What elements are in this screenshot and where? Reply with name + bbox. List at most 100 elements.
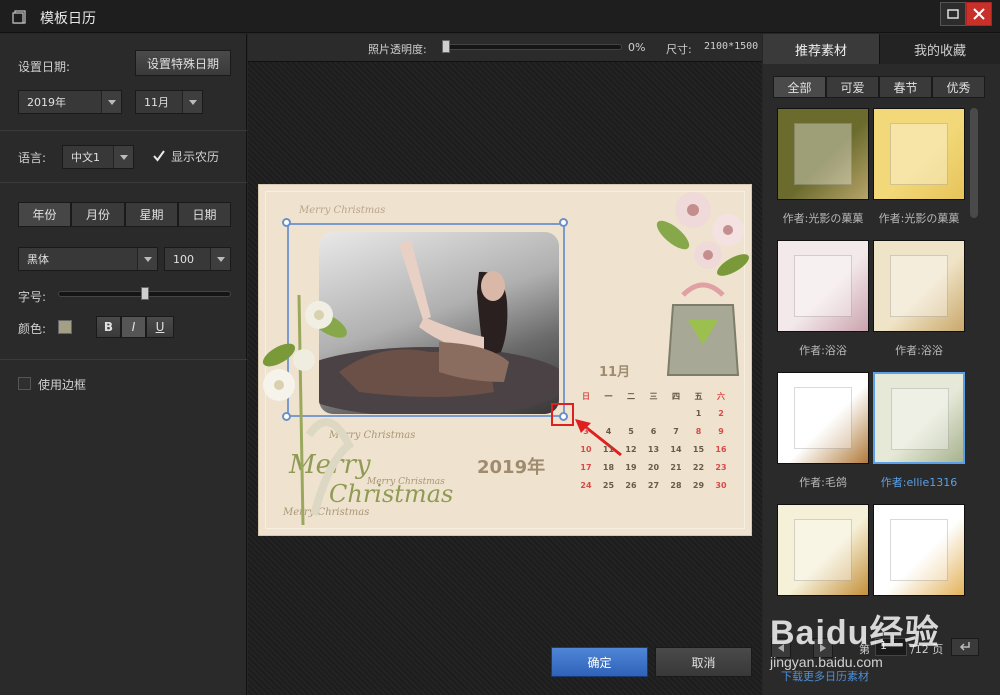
title-bar: 模板日历 [0,0,1000,33]
month-select[interactable]: 11月 [135,90,203,114]
day-cell: 25 [602,481,615,490]
material-thumbnail[interactable] [777,240,869,332]
day-cell: 5 [628,427,634,436]
calendar-grid: 日一二三四五六 1 2 3 4 5 6 7 8 9 10 11 12 13 14 15 16 17 18 19 20 21… [577,391,737,501]
thumbnail-frame [794,387,852,449]
thumbnail-frame [794,255,852,317]
language-value: 中文1 [71,151,100,164]
pager-prefix: 第 [859,643,870,656]
calendar-preview[interactable]: Merry Christmas Merry Christmas Merry Ch… [258,184,752,536]
material-thumbnail[interactable] [777,504,869,596]
weekday-label: 六 [717,392,725,401]
day-cell: 23 [715,463,727,472]
opacity-value: 0% [628,41,646,54]
date-label: 设置日期: [18,60,71,74]
day-cell: 15 [692,445,705,454]
chevron-down-icon [210,248,230,270]
day-cell: 4 [605,427,612,436]
chevron-down-icon [137,248,157,270]
download-more-link[interactable]: 下载更多日历素材 [781,668,869,684]
font-size-label: 字号: [18,290,47,304]
day-cell: 22 [692,463,705,472]
italic-button[interactable]: I [121,316,146,338]
show-lunar-checkbox[interactable] [152,149,165,162]
filter-cute[interactable]: 可爱 [826,76,879,98]
weekday-label: 四 [672,392,680,401]
ok-button[interactable]: 确定 [551,647,648,677]
month-title: 11月 [599,365,631,380]
year-title: 2019年 [477,457,546,478]
weekday-label: 五 [694,392,703,401]
thumbnail-frame [890,123,948,185]
language-select[interactable]: 中文1 [62,145,134,169]
chevron-right-icon [820,644,826,652]
divider [0,359,247,360]
font-select[interactable]: 黑体 [18,247,158,271]
size-select[interactable]: 100 [164,247,231,271]
material-author: 作者:毛鸽 [799,476,847,489]
material-panel: 推荐素材 我的收藏 全部 可爱 春节 优秀 作者:光影の菓菓 作者:光影の菓菓 作者… [763,34,1000,695]
material-thumbnail[interactable] [777,372,869,464]
tab-date[interactable]: 日期 [178,202,231,227]
canvas-area: 照片透明度: 0% 尺寸: 2100*1500 Merry Christmas … [248,34,762,695]
material-thumbnail[interactable] [777,108,869,200]
page-input[interactable]: 1 [875,638,907,656]
chevron-down-icon [113,146,133,168]
thumbnail-frame [794,519,852,581]
close-button[interactable] [966,2,992,26]
filter-spring-festival[interactable]: 春节 [879,76,932,98]
tab-recommended[interactable]: 推荐素材 [763,34,880,64]
thumbnail-frame [891,388,949,450]
resize-handle[interactable] [559,218,568,227]
year-value: 2019年 [27,96,66,109]
go-page-button[interactable] [951,638,979,656]
next-page-button[interactable] [813,638,833,658]
size-value: 2100*1500 [704,41,759,52]
material-author: 作者:ellie1316 [880,476,958,489]
use-border-checkbox[interactable] [18,377,31,390]
weekday-label: 二 [627,392,635,401]
filter-all[interactable]: 全部 [773,76,826,98]
material-thumbnail[interactable] [873,504,965,596]
divider [0,130,247,131]
maximize-button[interactable] [940,2,966,26]
thumbnail-frame [890,519,948,581]
material-thumbnail[interactable] [873,108,965,200]
tab-month[interactable]: 月份 [71,202,125,227]
filter-excellent[interactable]: 优秀 [932,76,985,98]
opacity-label: 照片透明度: [368,43,427,56]
year-select[interactable]: 2019年 [18,90,122,114]
material-author: 作者:浴浴 [895,344,943,357]
day-cell: 20 [647,463,660,472]
resize-handle[interactable] [282,218,291,227]
calendar-app-icon [12,10,26,24]
day-cell: 6 [650,427,657,436]
bold-button[interactable]: B [96,316,121,338]
scrollbar[interactable] [970,108,978,218]
settings-panel: 设置日期: 设置特殊日期 2019年 11月 语言: 中文1 显示农历 年份 月… [0,34,247,695]
opacity-slider[interactable] [444,44,622,50]
tab-favorites[interactable]: 我的收藏 [880,34,1000,64]
underline-button[interactable]: U [146,316,174,338]
special-date-button[interactable]: 设置特殊日期 [135,50,231,76]
day-cell: 1 [695,409,702,418]
day-cell: 18 [602,463,615,472]
material-thumbnail[interactable] [873,240,965,332]
weekday-label: 一 [604,392,613,401]
flower-decoration [656,192,749,376]
day-cell: 19 [625,463,637,472]
day-cell: 9 [718,427,724,436]
prev-page-button[interactable] [771,638,791,658]
color-label: 颜色: [18,322,47,336]
day-cell: 3 [583,427,589,436]
day-cell: 8 [695,427,702,436]
tab-year[interactable]: 年份 [18,202,71,227]
opacity-slider-handle[interactable] [442,40,450,53]
material-thumbnail[interactable] [873,372,965,464]
cancel-button[interactable]: 取消 [655,647,752,677]
material-author: 作者:光影の菓菓 [782,212,864,225]
color-swatch[interactable] [58,320,72,334]
font-size-slider-handle[interactable] [140,287,149,300]
day-cell: 10 [580,445,592,454]
tab-weekday[interactable]: 星期 [125,202,178,227]
